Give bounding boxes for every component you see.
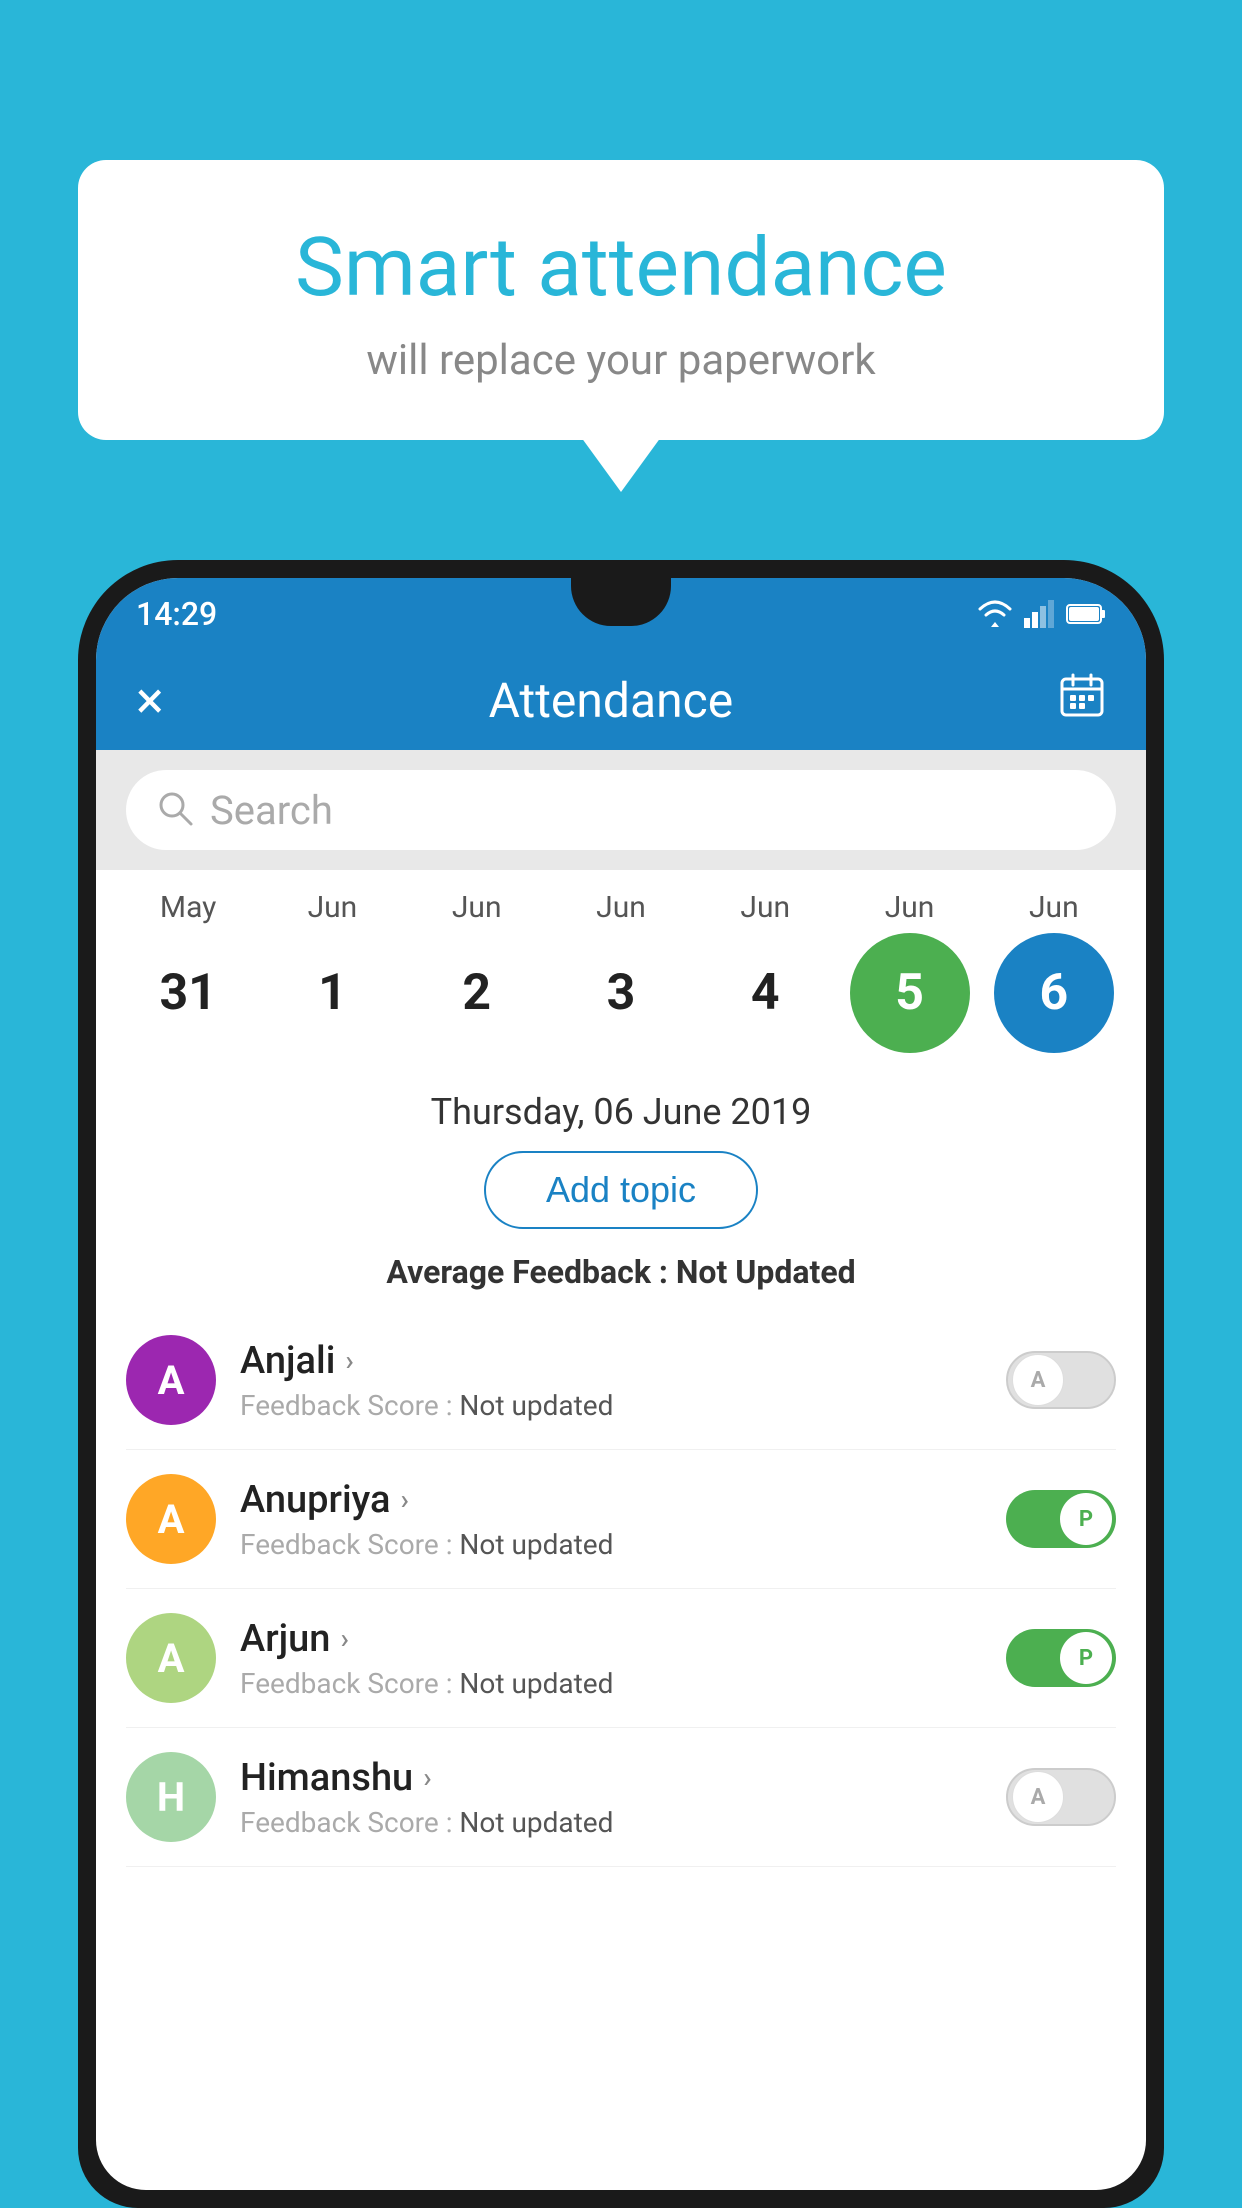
chevron-icon: › <box>340 1622 348 1655</box>
calendar-dates: 31 1 2 3 4 5 6 <box>116 933 1126 1053</box>
avg-feedback-label: Average Feedback : <box>386 1253 675 1291</box>
student-list: AAnjali ›Feedback Score : Not updatedAAA… <box>96 1311 1146 1867</box>
student-item-2: A Arjun › Feedback Score : Not updated P <box>126 1589 1116 1728</box>
phone-frame: 14:29 <box>78 560 1164 2208</box>
calendar-month-2: Jun <box>417 890 537 925</box>
calendar-date-6[interactable]: 6 <box>994 933 1114 1053</box>
student-avatar-2: A <box>126 1613 216 1703</box>
add-topic-button[interactable]: Add topic <box>484 1151 758 1229</box>
chevron-icon: › <box>400 1483 408 1516</box>
student-name-0[interactable]: Anjali › <box>240 1339 1006 1383</box>
attendance-toggle-2[interactable]: P <box>1006 1629 1116 1687</box>
student-avatar-0: A <box>126 1335 216 1425</box>
header-title: Attendance <box>489 672 734 729</box>
status-time: 14:29 <box>136 595 217 633</box>
calendar-month-6: Jun <box>994 890 1114 925</box>
bubble-title: Smart attendance <box>128 220 1114 316</box>
signal-icon <box>1024 600 1056 628</box>
avg-feedback-value: Not Updated <box>676 1253 856 1291</box>
student-item-3: H Himanshu › Feedback Score : Not updatedA <box>126 1728 1116 1867</box>
toggle-knob-1: P <box>1060 1493 1112 1545</box>
calendar-month-5: Jun <box>850 890 970 925</box>
toggle-container-0: A <box>1006 1351 1116 1409</box>
student-feedback-0: Feedback Score : Not updated <box>240 1389 1006 1422</box>
student-item-1: A Anupriya › Feedback Score : Not updated P <box>126 1450 1116 1589</box>
status-icons <box>976 600 1106 628</box>
date-heading: Thursday, 06 June 2019 <box>96 1063 1146 1151</box>
phone-notch <box>571 578 671 626</box>
app-header: × Attendance <box>96 650 1146 750</box>
calendar-date-3[interactable]: 3 <box>561 933 681 1053</box>
phone-screen: 14:29 <box>96 578 1146 2190</box>
calendar-month-3: Jun <box>561 890 681 925</box>
avg-feedback: Average Feedback : Not Updated <box>96 1253 1146 1311</box>
calendar-month-1: Jun <box>272 890 392 925</box>
bubble-subtitle: will replace your paperwork <box>128 336 1114 385</box>
student-info-2: Arjun › Feedback Score : Not updated <box>240 1617 1006 1700</box>
search-icon <box>156 789 194 831</box>
toggle-container-2: P <box>1006 1629 1116 1687</box>
attendance-toggle-3[interactable]: A <box>1006 1768 1116 1826</box>
student-feedback-3: Feedback Score : Not updated <box>240 1806 1006 1839</box>
student-info-0: Anjali › Feedback Score : Not updated <box>240 1339 1006 1422</box>
toggle-container-1: P <box>1006 1490 1116 1548</box>
battery-icon <box>1066 603 1106 625</box>
student-name-2[interactable]: Arjun › <box>240 1617 1006 1661</box>
calendar-date-2[interactable]: 2 <box>417 933 537 1053</box>
add-topic-container: Add topic <box>96 1151 1146 1253</box>
student-item-0: AAnjali ›Feedback Score : Not updatedA <box>126 1311 1116 1450</box>
search-input[interactable]: Search <box>210 787 333 834</box>
calendar-date-5[interactable]: 5 <box>850 933 970 1053</box>
toggle-container-3: A <box>1006 1768 1116 1826</box>
student-feedback-2: Feedback Score : Not updated <box>240 1667 1006 1700</box>
status-bar: 14:29 <box>96 578 1146 650</box>
attendance-toggle-1[interactable]: P <box>1006 1490 1116 1548</box>
calendar-strip: May Jun Jun Jun Jun Jun Jun 31 1 2 3 4 5… <box>96 870 1146 1063</box>
toggle-knob-0: A <box>1012 1354 1064 1406</box>
student-name-1[interactable]: Anupriya › <box>240 1478 1006 1522</box>
student-avatar-1: A <box>126 1474 216 1564</box>
search-bar[interactable]: Search <box>126 770 1116 850</box>
student-info-3: Himanshu › Feedback Score : Not updated <box>240 1756 1006 1839</box>
student-feedback-1: Feedback Score : Not updated <box>240 1528 1006 1561</box>
calendar-icon[interactable] <box>1058 671 1106 730</box>
attendance-toggle-0[interactable]: A <box>1006 1351 1116 1409</box>
toggle-knob-3: A <box>1012 1771 1064 1823</box>
toggle-knob-2: P <box>1060 1632 1112 1684</box>
calendar-date-1[interactable]: 1 <box>272 933 392 1053</box>
calendar-date-4[interactable]: 4 <box>705 933 825 1053</box>
student-info-1: Anupriya › Feedback Score : Not updated <box>240 1478 1006 1561</box>
calendar-month-0: May <box>128 890 248 925</box>
calendar-month-4: Jun <box>705 890 825 925</box>
chevron-icon: › <box>345 1344 353 1377</box>
student-avatar-3: H <box>126 1752 216 1842</box>
student-name-3[interactable]: Himanshu › <box>240 1756 1006 1800</box>
wifi-icon <box>976 600 1014 628</box>
speech-bubble: Smart attendance will replace your paper… <box>78 160 1164 440</box>
close-button[interactable]: × <box>136 670 164 731</box>
calendar-date-0[interactable]: 31 <box>128 933 248 1053</box>
calendar-months: May Jun Jun Jun Jun Jun Jun <box>116 890 1126 925</box>
search-container: Search <box>96 750 1146 870</box>
chevron-icon: › <box>423 1761 431 1794</box>
